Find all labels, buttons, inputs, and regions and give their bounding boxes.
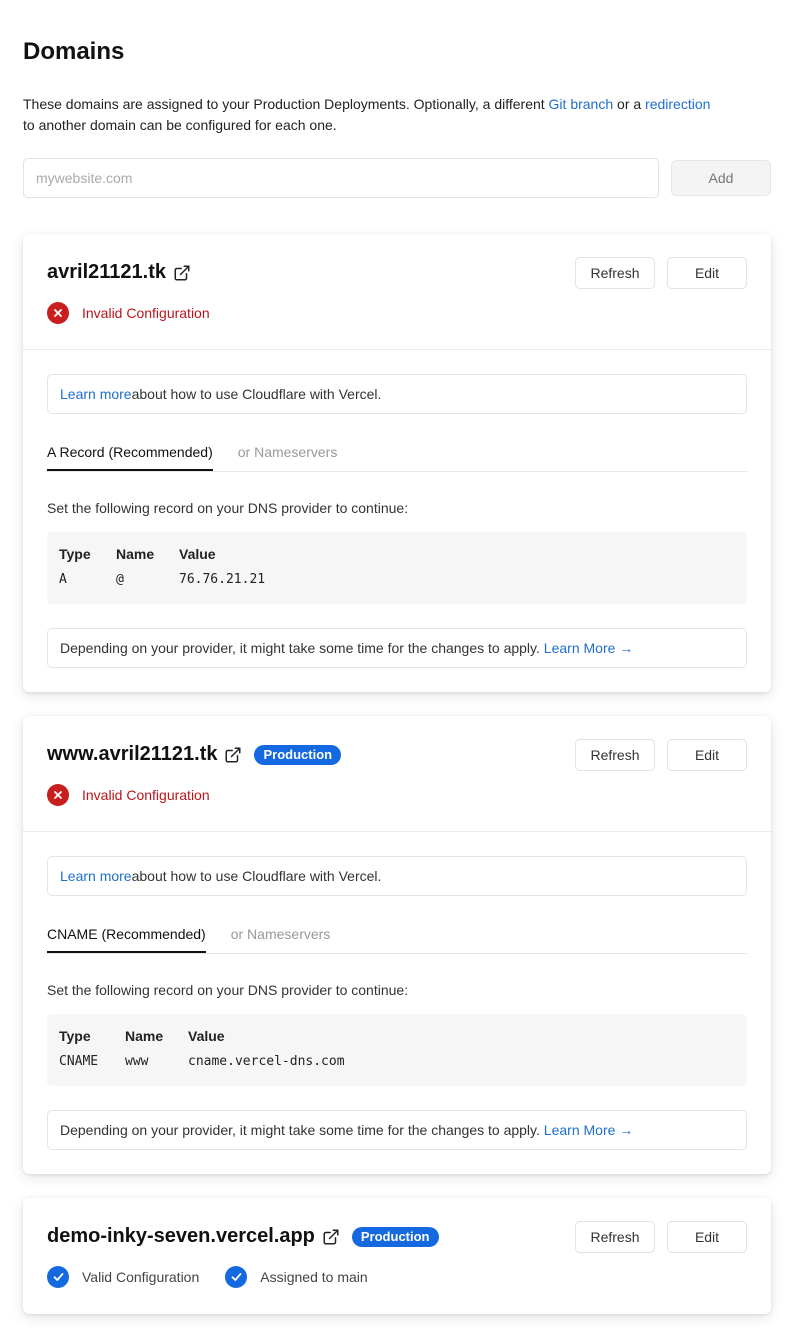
external-link-icon[interactable] <box>322 1228 340 1246</box>
domain-card-body: Learn more about how to use Cloudflare w… <box>23 350 771 692</box>
tab-a-record[interactable]: A Record (Recommended) <box>47 444 213 471</box>
check-icon <box>47 1266 69 1288</box>
status-label: Invalid Configuration <box>82 787 210 803</box>
record-name-header: Name <box>125 1028 164 1044</box>
intro-text-end: to another domain can be configured for … <box>23 117 337 133</box>
propagation-note: Depending on your provider, it might tak… <box>47 628 747 668</box>
edit-button[interactable]: Edit <box>667 1221 747 1253</box>
error-icon <box>47 784 69 806</box>
learn-more-link[interactable]: Learn more <box>60 386 132 402</box>
edit-button[interactable]: Edit <box>667 739 747 771</box>
dns-instruction: Set the following record on your DNS pro… <box>47 982 409 998</box>
dns-record-table: Type Name Value CNAME www cname.vercel-d… <box>47 1014 747 1086</box>
refresh-button[interactable]: Refresh <box>575 739 655 771</box>
domain-card-header: demo-inky-seven.vercel.app Production Re… <box>23 1198 771 1314</box>
domain-title-row: www.avril21121.tk Production <box>47 743 342 766</box>
status-label: Invalid Configuration <box>82 305 210 321</box>
git-branch-link[interactable]: Git branch <box>549 96 614 112</box>
production-badge: Production <box>254 744 342 765</box>
domain-name: avril21121.tk <box>47 261 166 283</box>
check-icon <box>225 1266 248 1288</box>
error-icon <box>47 302 69 324</box>
domain-title-row: demo-inky-seven.vercel.app Production <box>47 1225 439 1248</box>
status-invalid: Invalid Configuration <box>47 784 210 806</box>
production-badge: Production <box>351 1226 439 1247</box>
edit-button[interactable]: Edit <box>667 257 747 289</box>
domain-card: www.avril21121.tk Production Refresh Edi… <box>23 716 771 1174</box>
add-domain-button[interactable]: Add <box>671 160 771 196</box>
record-value-header: Value <box>179 546 216 562</box>
intro-text: These domains are assigned to your Produ… <box>23 94 773 136</box>
learn-more-link[interactable]: Learn more <box>60 868 132 884</box>
record-tabs: A Record (Recommended) or Nameservers <box>47 444 747 472</box>
status-label: Valid Configuration <box>82 1269 200 1285</box>
domain-card-header: www.avril21121.tk Production Refresh Edi… <box>23 716 771 832</box>
learn-more-link[interactable]: Learn More → <box>544 640 633 656</box>
record-name-header: Name <box>116 546 155 562</box>
domain-card: avril21121.tk Refresh Edit Invalid Confi… <box>23 234 771 692</box>
intro-text-start: These domains are assigned to your Produ… <box>23 96 549 112</box>
propagation-note: Depending on your provider, it might tak… <box>47 1110 747 1150</box>
record-type-header: Type <box>59 546 91 562</box>
dns-instruction: Set the following record on your DNS pro… <box>47 500 409 516</box>
record-value-value: cname.vercel-dns.com <box>188 1054 345 1069</box>
propagation-note-text: Depending on your provider, it might tak… <box>60 640 540 656</box>
redirection-link[interactable]: redirection <box>645 96 710 112</box>
external-link-icon[interactable] <box>224 746 242 764</box>
record-type-value: CNAME <box>59 1054 99 1069</box>
status-valid: Valid Configuration Assigned to main <box>47 1266 368 1288</box>
refresh-button[interactable]: Refresh <box>575 257 655 289</box>
record-tabs: CNAME (Recommended) or Nameservers <box>47 926 747 954</box>
refresh-button[interactable]: Refresh <box>575 1221 655 1253</box>
domain-title-row: avril21121.tk <box>47 261 191 284</box>
record-name-value: @ <box>116 572 124 587</box>
cloudflare-note-text: about how to use Cloudflare with Vercel. <box>131 868 382 884</box>
domain-name: www.avril21121.tk <box>47 743 218 765</box>
domain-input[interactable] <box>23 158 659 198</box>
record-name-value: www <box>125 1054 149 1069</box>
page-title: Domains <box>23 38 125 65</box>
cloudflare-note: Learn more about how to use Cloudflare w… <box>47 374 747 414</box>
tab-cname[interactable]: CNAME (Recommended) <box>47 926 206 953</box>
external-link-icon[interactable] <box>173 264 191 282</box>
record-type-header: Type <box>59 1028 91 1044</box>
domain-card-header: avril21121.tk Refresh Edit Invalid Confi… <box>23 234 771 350</box>
learn-more-link[interactable]: Learn More → <box>544 1122 633 1138</box>
domain-name: demo-inky-seven.vercel.app <box>47 1225 315 1247</box>
propagation-note-text: Depending on your provider, it might tak… <box>60 1122 540 1138</box>
status-invalid: Invalid Configuration <box>47 302 210 324</box>
record-type-value: A <box>59 572 67 587</box>
intro-text-mid: or a <box>613 96 646 112</box>
cloudflare-note-text: about how to use Cloudflare with Vercel. <box>131 386 382 402</box>
domain-card-body: Learn more about how to use Cloudflare w… <box>23 832 771 1174</box>
assigned-label: Assigned to main <box>260 1269 368 1285</box>
tab-nameservers[interactable]: or Nameservers <box>231 926 331 953</box>
cloudflare-note: Learn more about how to use Cloudflare w… <box>47 856 747 896</box>
dns-record-table: Type Name Value A @ 76.76.21.21 <box>47 532 747 604</box>
domain-card: demo-inky-seven.vercel.app Production Re… <box>23 1198 771 1314</box>
record-value-header: Value <box>188 1028 225 1044</box>
record-value-value: 76.76.21.21 <box>179 572 266 587</box>
tab-nameservers[interactable]: or Nameservers <box>238 444 338 471</box>
